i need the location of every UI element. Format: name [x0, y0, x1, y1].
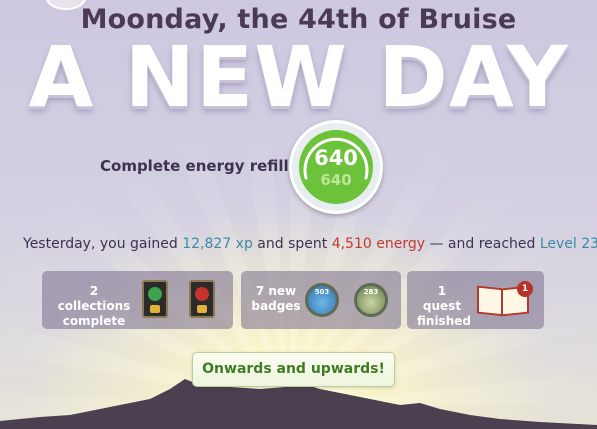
energy-refill-label: Complete energy refill	[100, 157, 289, 175]
collections-line1: 2 collections	[57, 284, 131, 313]
green-gem-icon	[148, 287, 162, 301]
energy-max: 640	[320, 171, 352, 189]
summary-prefix: Yesterday, you gained	[23, 236, 183, 252]
badge-number: 283	[363, 288, 379, 296]
energy-meter: 640 640	[289, 120, 383, 214]
red-gem-icon	[195, 287, 209, 301]
collections-text: 2 collections complete	[54, 284, 134, 329]
coin-icon	[150, 305, 160, 313]
daily-summary: Yesterday, you gained 12,827 xp and spen…	[23, 236, 597, 252]
coin-icon	[197, 305, 207, 313]
onwards-button[interactable]: Onwards and upwards!	[192, 352, 395, 387]
quest-book-icon[interactable]: 1	[477, 281, 533, 317]
quests-panel: 1 quest finished 1	[407, 271, 544, 329]
badge-number: 503	[314, 288, 330, 296]
quest-count-badge: 1	[517, 281, 533, 297]
collection-trophy-icon[interactable]	[142, 280, 168, 318]
quests-line2: finished	[417, 314, 471, 328]
badge-icon[interactable]: 503	[305, 283, 339, 317]
level-reached: Level 23	[539, 236, 597, 252]
xp-gained: 12,827 xp	[182, 236, 253, 252]
collections-panel: 2 collections complete	[42, 271, 233, 329]
badges-line1: 7 new	[255, 284, 297, 298]
energy-current: 640	[314, 146, 358, 170]
energy-spent: 4,510 energy	[331, 236, 425, 252]
collections-line2: complete	[62, 314, 126, 328]
collection-trophy-icon[interactable]	[189, 280, 215, 318]
badges-panel: 7 new badges 503 283	[241, 271, 401, 329]
quests-line1: 1 quest	[422, 284, 462, 313]
badges-text: 7 new badges	[251, 284, 301, 314]
page-title: A NEW DAY	[28, 28, 569, 126]
summary-dash: — and reached	[425, 236, 540, 252]
badges-line2: badges	[251, 299, 301, 313]
quests-text: 1 quest finished	[417, 284, 471, 329]
summary-mid: and spent	[252, 236, 332, 252]
badge-icon[interactable]: 283	[354, 283, 388, 317]
